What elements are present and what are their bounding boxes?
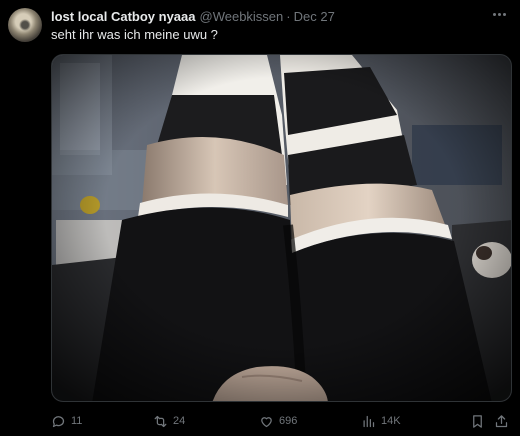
repost-icon bbox=[154, 415, 167, 427]
avatar[interactable] bbox=[8, 8, 42, 42]
views-count: 14K bbox=[381, 415, 401, 427]
share-icon bbox=[495, 414, 508, 427]
bookmark-icon bbox=[473, 414, 482, 428]
author-name[interactable]: lost local Catboy nyaaa bbox=[51, 9, 196, 25]
tweet-text: seht ihr was ich meine uwu ? bbox=[51, 27, 218, 42]
repost-count: 24 bbox=[173, 415, 186, 427]
tweet-photo[interactable] bbox=[51, 54, 512, 402]
more-options-icon[interactable] bbox=[488, 7, 510, 21]
like-count: 696 bbox=[279, 415, 298, 427]
tweet-date[interactable]: Dec 27 bbox=[294, 9, 335, 25]
repost-button[interactable]: 24 bbox=[153, 410, 185, 432]
like-button[interactable]: 696 bbox=[259, 410, 297, 432]
reply-button[interactable]: 11 bbox=[51, 410, 82, 432]
views-chart-icon bbox=[363, 415, 375, 427]
share-button[interactable] bbox=[494, 410, 509, 432]
tweet-actions: 11 24 696 14K bbox=[51, 410, 512, 432]
heart-icon bbox=[261, 416, 272, 427]
tweet-header: lost local Catboy nyaaa @Weebkissen · De… bbox=[51, 9, 335, 25]
author-handle[interactable]: @Weebkissen bbox=[200, 9, 284, 25]
tweet[interactable]: lost local Catboy nyaaa @Weebkissen · De… bbox=[0, 0, 520, 436]
separator-dot: · bbox=[286, 9, 291, 24]
bookmark-button[interactable] bbox=[470, 410, 485, 432]
reply-count: 11 bbox=[71, 415, 83, 427]
reply-icon bbox=[52, 415, 65, 427]
views-button[interactable]: 14K bbox=[361, 410, 401, 432]
